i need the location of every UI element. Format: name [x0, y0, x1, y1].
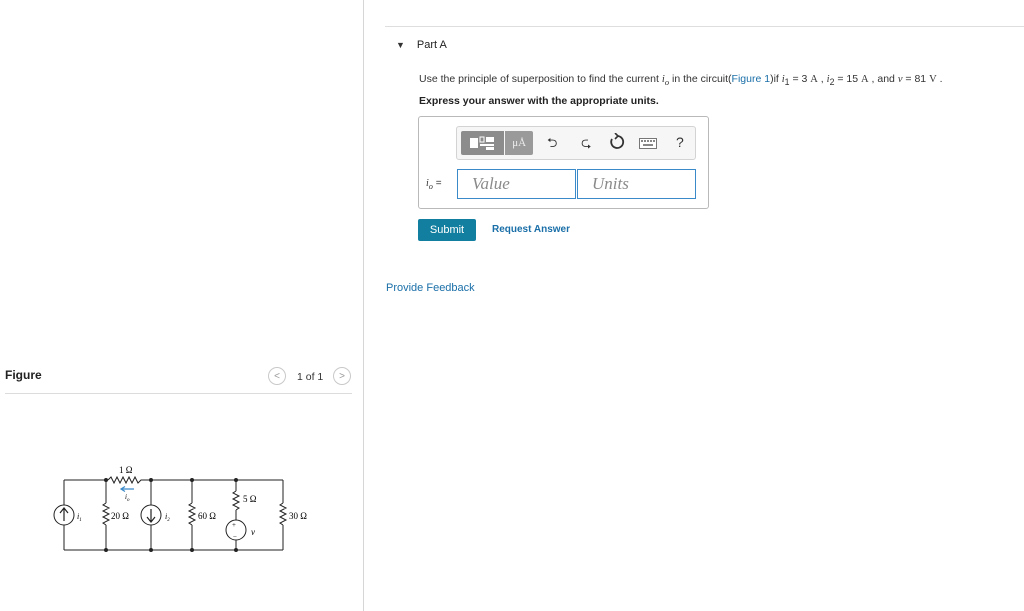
answer-lhs: io = — [426, 178, 442, 191]
request-answer-link[interactable]: Request Answer — [492, 224, 570, 235]
r1-label: 1 Ω — [119, 465, 133, 475]
r30-label: 30 Ω — [289, 511, 307, 521]
figure-label: Figure — [5, 368, 42, 382]
v-label: v — [251, 527, 255, 537]
v-plus-label: + — [232, 521, 236, 529]
submit-button[interactable]: Submit — [418, 219, 476, 241]
r5-label: 5 Ω — [243, 494, 257, 504]
pager-next-icon[interactable]: > — [333, 367, 351, 385]
answer-format-hint: Express your answer with the appropriate… — [419, 95, 659, 107]
collapse-caret-icon[interactable]: ▼ — [396, 40, 405, 50]
pager-prev-icon[interactable]: < — [268, 367, 286, 385]
part-header[interactable]: ▼ Part A — [396, 39, 447, 51]
circuit-diagram[interactable]: 1 Ω io i1 20 Ω i2 60 Ω 5 Ω + − v 30 Ω — [40, 455, 320, 555]
templates-icon[interactable] — [461, 131, 505, 155]
toolbar-button-group: μÅ — [461, 131, 533, 155]
help-icon[interactable]: ? — [676, 134, 684, 150]
io-label: io — [125, 493, 130, 503]
i2-arrow-icon — [146, 509, 156, 523]
io-arrow-icon — [119, 485, 134, 493]
redo-icon[interactable]: ⮎ — [581, 135, 591, 151]
value-input[interactable]: Value — [457, 169, 576, 199]
v-minus-label: − — [233, 533, 237, 541]
i1-label: i1 — [77, 512, 82, 523]
pager-status: 1 of 1 — [297, 371, 324, 383]
question-text: Use the principle of superposition to fi… — [419, 73, 943, 88]
part-title: Part A — [416, 39, 447, 51]
provide-feedback-link[interactable]: Provide Feedback — [386, 282, 475, 294]
r60-label: 60 Ω — [198, 511, 216, 521]
units-icon[interactable]: μÅ — [505, 131, 533, 155]
part-divider — [385, 26, 1024, 27]
figure-link[interactable]: Figure 1 — [732, 73, 771, 85]
units-input[interactable]: Units — [577, 169, 696, 199]
keyboard-icon[interactable] — [639, 137, 657, 153]
math-toolbar: μÅ ⮌ ⮎ ? — [456, 126, 696, 160]
figure-divider — [5, 393, 352, 394]
pane-divider — [363, 0, 364, 611]
i1-arrow-icon — [59, 507, 69, 521]
r20-label: 20 Ω — [111, 511, 129, 521]
reset-icon[interactable] — [609, 132, 625, 155]
undo-icon[interactable]: ⮌ — [547, 135, 557, 151]
i2-label: i2 — [165, 512, 170, 523]
